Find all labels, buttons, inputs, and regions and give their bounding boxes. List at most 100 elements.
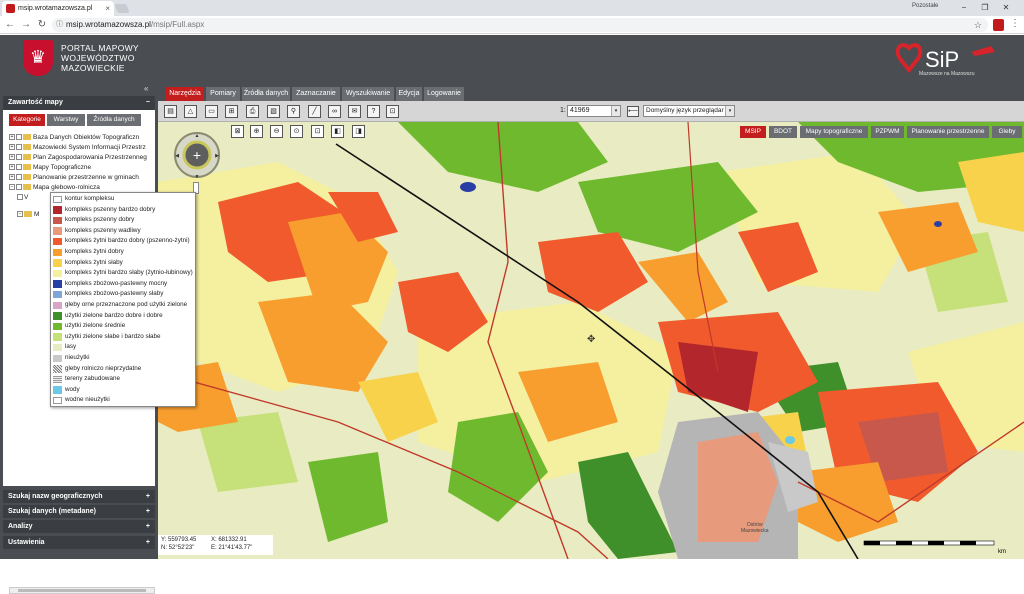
tree-item-bdot[interactable]: + Baza Danych Obiektów Topograficzn (9, 133, 155, 143)
expand-icon[interactable]: + (9, 174, 15, 181)
reload-icon[interactable]: ↻ (35, 18, 49, 32)
collapse-panel-icon[interactable]: « (144, 84, 148, 93)
horizontal-scrollbar[interactable] (9, 587, 155, 594)
full-extent-icon[interactable]: ⊡ (311, 125, 324, 138)
back-icon[interactable]: ← (3, 18, 17, 32)
zoom-box-icon[interactable]: ⊙ (290, 125, 303, 138)
help-icon[interactable]: ? (367, 105, 380, 118)
legend-label: wody (65, 385, 80, 393)
scale-unit: km (998, 549, 1006, 555)
tree-item-label: Mapy Topograficzne (33, 164, 92, 171)
close-window-button[interactable]: ✕ (998, 1, 1014, 14)
svg-text:◀: ◀ (175, 153, 179, 159)
map-contents-header[interactable]: Zawartość mapy − (3, 96, 155, 110)
basemap-pzpwm[interactable]: PZPWM (871, 126, 904, 138)
basemap-soils[interactable]: Gleby (992, 126, 1022, 138)
move-cursor-icon: ✥ (587, 334, 596, 345)
url-field[interactable]: ⓘ msip.wrotamazowsza.pl/msip/Full.aspx ☆ (52, 18, 988, 32)
layer-checkbox[interactable] (16, 164, 22, 171)
zoom-out-icon[interactable]: ⊖ (270, 125, 283, 138)
minimize-button[interactable]: − (956, 1, 972, 14)
tab-login[interactable]: Logowanie (424, 87, 464, 101)
tree-item-label: M (34, 211, 40, 218)
print-icon[interactable]: ⎙ (246, 105, 259, 118)
tab-search[interactable]: Wyszukiwanie (342, 87, 394, 101)
collapse-icon[interactable]: − (9, 184, 15, 191)
tab-measurements[interactable]: Pomiary (206, 87, 240, 101)
tab-close-icon[interactable]: × (105, 1, 110, 16)
language-select[interactable]: Domyślny język przeglądar ▾ (643, 105, 735, 117)
accordion-metadata[interactable]: Szukaj danych (metadane) + (3, 505, 155, 518)
layer-checkbox[interactable] (16, 174, 22, 181)
panel-toggle-icon[interactable]: − (146, 96, 150, 110)
legend-swatch (53, 206, 62, 214)
tree-item-label: Mapa glebowo-rolnicza (33, 184, 100, 191)
expand-icon[interactable]: + (146, 536, 150, 549)
chevron-down-icon[interactable]: ▾ (725, 106, 734, 116)
basemap-bdot[interactable]: BDOT (769, 126, 797, 138)
layer-checkbox[interactable] (16, 184, 22, 191)
subtab-data-sources[interactable]: Źródła danych (87, 114, 141, 126)
browser-menu-icon[interactable]: ⋮ (1010, 18, 1020, 29)
maximize-button[interactable]: ❐ (977, 1, 993, 14)
expand-icon[interactable]: + (9, 144, 15, 151)
tab-data-sources[interactable]: Źródła danych (242, 87, 290, 101)
accordion-geo-names[interactable]: Szukaj nazw geograficznych + (3, 490, 155, 503)
expand-icon[interactable]: + (146, 490, 150, 503)
expand-icon[interactable]: + (9, 134, 15, 141)
forward-icon[interactable]: → (19, 18, 33, 32)
chevron-down-icon[interactable]: ▾ (611, 106, 620, 116)
zoom-in-icon[interactable]: ⊕ (250, 125, 263, 138)
extension-icon[interactable] (993, 19, 1004, 31)
next-extent-icon[interactable]: ◨ (352, 125, 365, 138)
scrollbar-thumb[interactable] (18, 589, 146, 592)
tree-item-label: Planowanie przestrzenne w gminach (33, 174, 139, 181)
print-preview-icon[interactable]: ▭ (205, 105, 218, 118)
pdf-export-icon[interactable]: ▤ (164, 105, 177, 118)
expand-icon[interactable]: + (146, 505, 150, 518)
basemap-spatial-planning[interactable]: Planowanie przestrzenne (907, 126, 989, 138)
tab-tools[interactable]: Narzędzia (166, 87, 204, 101)
image-export-icon[interactable]: ▧ (267, 105, 280, 118)
basemap-topographic[interactable]: Mapy topograficzne (800, 126, 868, 138)
tree-item-pzp[interactable]: + Plan Zagospodarowania Przestrzenneg (9, 153, 155, 163)
share-link-icon[interactable]: ∞ (328, 105, 341, 118)
info-tool-icon[interactable]: ⚲ (287, 105, 300, 118)
url-domain: msip.wrotamazowsza.pl (66, 20, 151, 29)
zoom-extent-icon[interactable]: ⊠ (231, 125, 244, 138)
scale-icon[interactable]: ⊡ (386, 105, 399, 118)
draw-line-icon[interactable]: ╱ (308, 105, 321, 118)
scale-input[interactable]: 41969 ▾ (567, 105, 621, 117)
measure-triangle-icon[interactable]: △ (184, 105, 197, 118)
pan-zoom-control[interactable]: + ▲ ▼ ◀ ▶ (167, 131, 227, 185)
expand-icon[interactable]: + (9, 154, 15, 161)
subtab-categories[interactable]: Kategorie (9, 114, 45, 126)
tree-item-topo[interactable]: + Mapy Topograficzne (9, 163, 155, 173)
tab-selection[interactable]: Zaznaczanie (292, 87, 340, 101)
bookmark-star-icon[interactable]: ☆ (974, 18, 982, 32)
layer-checkbox[interactable] (16, 154, 22, 161)
arrow-left-icon[interactable]: ⟵ (627, 106, 639, 117)
collapse-icon[interactable]: − (17, 211, 23, 218)
layer-checkbox[interactable] (16, 144, 22, 151)
browser-tab[interactable]: msip.wrotamazowsza.pl × (2, 1, 114, 16)
layer-checkbox[interactable] (16, 134, 22, 141)
tree-item-planning[interactable]: + Planowanie przestrzenne w gminach (9, 173, 155, 183)
add-layer-icon[interactable]: ⊞ (225, 105, 238, 118)
subtab-layers[interactable]: Warstwy (47, 114, 85, 126)
tab-edit[interactable]: Edycja (396, 87, 422, 101)
expand-icon[interactable]: + (9, 164, 15, 171)
legend-item: kompleks pszenny bardzo dobry (52, 205, 195, 216)
new-tab-button[interactable] (114, 4, 130, 13)
tree-item-msip[interactable]: + Mazowiecki System Informacji Przestrz (9, 143, 155, 153)
previous-extent-icon[interactable]: ◧ (331, 125, 344, 138)
profile-label[interactable]: Pozostałe (912, 3, 938, 9)
comment-icon[interactable]: ✉ (348, 105, 361, 118)
info-icon[interactable]: ⓘ (56, 18, 63, 32)
accordion-analyses[interactable]: Analizy + (3, 520, 155, 533)
layer-checkbox[interactable] (17, 194, 23, 201)
basemap-msip[interactable]: MSIP (740, 126, 766, 138)
expand-icon[interactable]: + (146, 520, 150, 533)
legend-label: kompleks zbożowo-pastewny słaby (65, 290, 164, 298)
accordion-settings[interactable]: Ustawienia + (3, 536, 155, 549)
